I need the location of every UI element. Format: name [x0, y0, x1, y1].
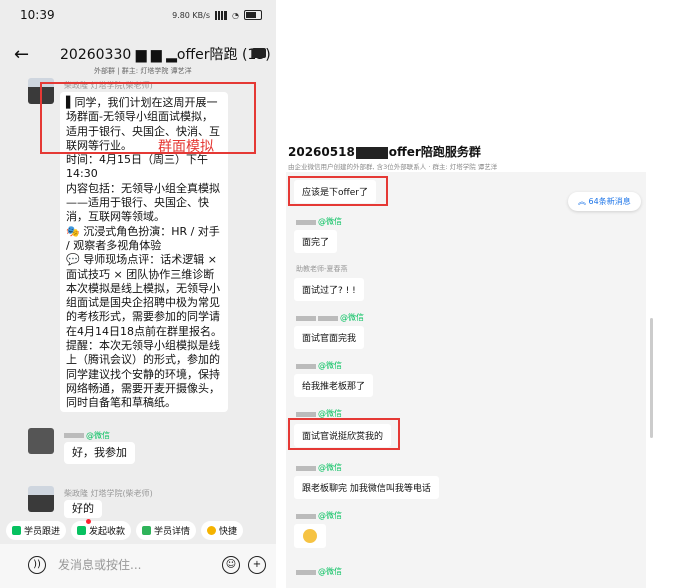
student-followup-button[interactable]: 学员跟进	[6, 520, 67, 540]
video-call-icon[interactable]	[252, 48, 266, 58]
group-subtitle: 由企业微信用户创建的外部群, 含3位外部联系人 · 群主: 灯塔学院 谭艺洋	[288, 163, 498, 171]
chat-message[interactable]: 给我推老板那了	[294, 374, 374, 397]
sender-name: @微信	[296, 216, 342, 227]
emoji-icon[interactable]: ☺	[222, 556, 240, 574]
chat-title: 20260330 ▆ ▆ ▂offer陪跑 (13)	[60, 47, 271, 63]
avatar[interactable]	[28, 428, 54, 454]
highlight-box	[288, 418, 400, 450]
chat-subtitle: 外部群 | 群主: 灯塔学院 谭艺洋	[94, 67, 192, 75]
battery-icon	[244, 10, 262, 20]
chat-message[interactable]: 面完了	[294, 230, 338, 253]
chat-message[interactable]: 好，我参加	[64, 442, 135, 465]
message-list: 应该是下offer了 ︽ 64条新消息 @微信 面完了 助教老师-夏春燕 面试过…	[286, 172, 646, 588]
sender-name: 柴政隆 灯塔学院(柴老师)	[64, 489, 153, 498]
status-time: 10:39	[20, 8, 55, 22]
annotation-label: 群面模拟	[158, 139, 214, 155]
voice-icon[interactable]: ))	[28, 556, 46, 574]
student-details-button[interactable]: 学员详情	[136, 520, 197, 540]
sender-name: @微信	[296, 510, 342, 521]
quick-reply-button[interactable]: 快捷	[201, 520, 244, 540]
followup-icon	[12, 525, 21, 535]
network-speed: 9.80 KB/s	[172, 10, 211, 20]
group-title: 20260518 offer陪跑服务群	[288, 145, 481, 159]
new-messages-button[interactable]: ︽ 64条新消息	[568, 192, 641, 211]
sender-name: @微信	[296, 360, 342, 371]
back-arrow-icon[interactable]: ←	[14, 44, 29, 65]
mobile-chat-screen: 10:39 9.80 KB/s ◔ ← 20260330 ▆ ▆ ▂offer陪…	[0, 0, 276, 588]
quick-icon	[207, 525, 217, 535]
wifi-icon: ◔	[232, 10, 239, 20]
user-icon	[142, 525, 152, 535]
chat-message[interactable]: 面试官面完我	[294, 326, 365, 349]
plus-icon[interactable]: +	[248, 556, 266, 574]
input-bar: )) 发消息或按住... ☺ +	[0, 544, 276, 588]
chat-message[interactable]: 面试过了? ! !	[294, 278, 364, 301]
redacted-block	[355, 146, 388, 159]
shield-icon	[77, 525, 87, 535]
sender-name: @微信	[296, 462, 342, 473]
scrollbar[interactable]	[650, 318, 653, 438]
payment-button[interactable]: 发起收款	[71, 520, 132, 540]
highlight-box	[40, 82, 256, 154]
chat-header: ← 20260330 ▆ ▆ ▂offer陪跑 (13) 外部群 | 群主: 灯…	[0, 30, 276, 80]
emoji-icon	[303, 529, 317, 543]
message-input[interactable]: 发消息或按住...	[58, 556, 141, 573]
emoji-message[interactable]	[294, 524, 326, 548]
chat-message[interactable]: 跟老板聊完 加我微信叫我等电话	[294, 476, 439, 499]
sender-name: @微信	[296, 312, 364, 323]
highlight-box	[288, 176, 388, 206]
status-bar: 10:39 9.80 KB/s ◔	[0, 0, 276, 30]
sender-name: @微信	[64, 430, 110, 441]
signal-icon	[215, 10, 228, 20]
sender-name: @微信	[296, 566, 342, 577]
avatar[interactable]	[28, 486, 54, 512]
notification-dot	[86, 519, 91, 524]
status-icons: 9.80 KB/s ◔	[172, 10, 262, 20]
desktop-chat-panel: 20260518 offer陪跑服务群 由企业微信用户创建的外部群, 含3位外部联…	[280, 128, 676, 588]
sender-name: 助教老师-夏春燕	[296, 265, 348, 273]
quick-toolbar: 学员跟进 发起收款 学员详情 快捷	[0, 516, 276, 544]
